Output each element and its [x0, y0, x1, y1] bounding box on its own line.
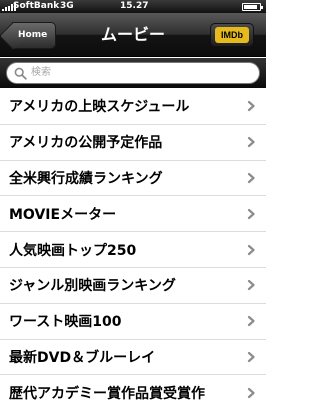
list-item[interactable]: 全米興行成績ランキング [0, 160, 266, 197]
menu-list: アメリカの上映スケジュール アメリカの公開予定作品 全米興行成績ランキング MOVIE… [0, 89, 266, 400]
list-item[interactable]: 歴代アカデミー賞作品賞受賞作 [0, 375, 266, 400]
navigation-bar: Home ムービー IMDb [0, 13, 266, 57]
search-icon [14, 67, 27, 80]
page-title: ムービー [100, 25, 165, 44]
carrier-name: SoftBank [13, 1, 60, 11]
list-item[interactable]: ワースト映画100 [0, 303, 266, 340]
imdb-button[interactable]: IMDb [210, 23, 254, 47]
home-back-button[interactable]: Home [12, 22, 56, 49]
chevron-right-icon [247, 280, 255, 291]
chevron-right-icon [247, 172, 255, 184]
chevron-right-icon [247, 387, 255, 398]
chevron-right-icon [247, 316, 255, 327]
chevron-right-icon [247, 101, 255, 112]
list-item-label: ワースト映画100 [9, 314, 122, 331]
chevron-right-icon [247, 137, 255, 148]
network-type: 3G [60, 1, 74, 11]
search-placeholder: 検索 [31, 67, 51, 78]
list-item[interactable]: アメリカの公開予定作品 [0, 124, 266, 161]
list-item-label: MOVIEメーター [9, 206, 117, 223]
status-bar: SoftBank 3G 15.27 [0, 0, 266, 13]
list-item[interactable]: ジャンル別映画ランキング [0, 267, 266, 304]
imdb-logo: IMDb [215, 27, 249, 43]
list-item[interactable]: アメリカの上映スケジュール [0, 89, 266, 125]
list-item-label: ジャンル別映画ランキング [9, 278, 176, 295]
list-item[interactable]: 人気映画トップ250 [0, 232, 266, 268]
list-item-label: アメリカの公開予定作品 [9, 135, 163, 152]
list-item-label: 歴代アカデミー賞作品賞受賞作 [9, 385, 205, 400]
list-item-label: 最新DVD＆ブルーレイ [9, 349, 156, 366]
search-bar: 検索 [0, 58, 266, 88]
list-item[interactable]: MOVIEメーター [0, 196, 266, 233]
battery-icon [242, 3, 263, 11]
search-input[interactable]: 検索 [6, 62, 260, 84]
chevron-right-icon [247, 351, 255, 363]
status-time: 15.27 [120, 1, 149, 11]
list-item[interactable]: 最新DVD＆ブルーレイ [0, 339, 266, 376]
list-item-label: アメリカの上映スケジュール [9, 99, 190, 116]
list-item-label: 人気映画トップ250 [9, 242, 137, 259]
chevron-right-icon [247, 244, 255, 255]
list-item-label: 全米興行成績ランキング [9, 170, 163, 187]
chevron-right-icon [247, 208, 255, 219]
home-back-label: Home [18, 30, 48, 40]
